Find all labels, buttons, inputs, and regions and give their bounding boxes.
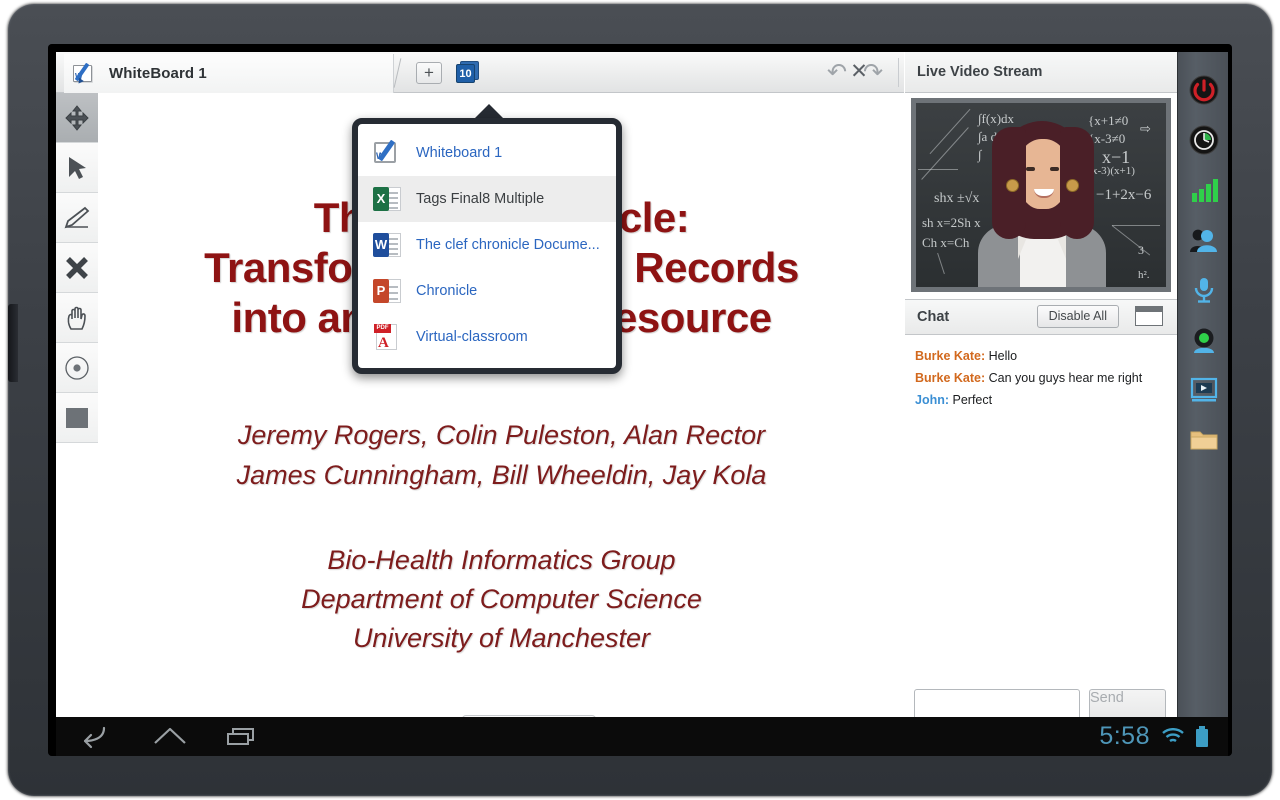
clock-icon[interactable] — [1178, 115, 1228, 165]
redo-icon[interactable]: ↷ — [860, 60, 886, 86]
chat-message: John: Perfect — [915, 389, 1167, 411]
move-icon — [65, 104, 89, 131]
drawing-tool-rail — [56, 93, 98, 443]
chat-message-list[interactable]: Burke Kate: Hello Burke Kate: Can you guy… — [905, 336, 1177, 646]
power-icon[interactable] — [1178, 65, 1228, 115]
dropdown-list: W Whiteboard 1 X Tags Final8 Multiple W The c… — [352, 118, 622, 374]
slide-authors-line: Jeremy Rogers, Colin Puleston, Alan Rect… — [237, 420, 766, 450]
system-clock: 5:58 — [1099, 722, 1150, 750]
slide-authors: Jeremy Rogers, Colin Puleston, Alan Rect… — [99, 415, 904, 495]
chat-message-author: John: — [915, 393, 950, 407]
word-icon: W — [372, 230, 402, 260]
move-tool[interactable] — [56, 93, 98, 143]
tool-dock — [1177, 52, 1228, 717]
power-button-hardware[interactable] — [8, 304, 18, 382]
slide-affiliation-line: Bio-Health Informatics Group — [327, 545, 676, 575]
hand-icon — [67, 306, 86, 330]
recents-icon[interactable] — [222, 722, 274, 752]
dropdown-item-label: Tags Final8 Multiple — [416, 191, 545, 207]
virtual-classroom-app: W WhiteBoard 1 ✕ + 10 ↶ ↷ — [56, 52, 1228, 737]
pdf-icon: PDF A — [372, 322, 402, 352]
cursor-arrow-icon — [69, 156, 86, 179]
chat-message-text: Can you guys hear me right — [985, 371, 1143, 385]
circle-icon — [65, 355, 89, 380]
dropdown-item[interactable]: X Tags Final8 Multiple — [358, 176, 616, 222]
dropdown-item[interactable]: W Whiteboard 1 — [358, 130, 616, 176]
slide-affiliation: Bio-Health Informatics Group Department o… — [99, 541, 904, 658]
tablet-device: W WhiteBoard 1 ✕ + 10 ↶ ↷ — [8, 4, 1272, 796]
open-documents-badge[interactable]: 10 — [456, 61, 480, 85]
maximize-chat-button[interactable] — [1135, 306, 1163, 326]
back-icon[interactable] — [78, 722, 130, 752]
rectangle-tool[interactable] — [56, 393, 98, 443]
chat-message: Burke Kate: Hello — [915, 345, 1167, 367]
right-panels: Live Video Stream ∫f(x)dx ∫a dx ∫ {x+1≠0… — [905, 52, 1177, 737]
toolbar-divider — [898, 58, 899, 87]
tab-whiteboard-1[interactable]: W WhiteBoard 1 — [64, 54, 394, 93]
chat-panel-header: Chat Disable All — [905, 299, 1177, 335]
slide-affiliation-line: Department of Computer Science — [301, 584, 702, 614]
disable-all-button[interactable]: Disable All — [1036, 305, 1119, 328]
x-mark-icon — [66, 256, 88, 279]
dropdown-item[interactable]: W The clef chronicle Docume... — [358, 222, 616, 268]
dropdown-item-label: Virtual-classroom — [416, 329, 528, 345]
video-player-icon[interactable] — [1178, 365, 1228, 415]
tablet-screen: W WhiteBoard 1 ✕ + 10 ↶ ↷ — [56, 52, 1228, 756]
users-icon[interactable] — [1178, 215, 1228, 265]
chat-message-author: Burke Kate: — [915, 371, 986, 385]
square-icon — [66, 407, 88, 428]
video-panel-header: Live Video Stream — [905, 52, 1177, 93]
signal-bars-icon[interactable] — [1178, 165, 1228, 215]
battery-icon — [1196, 726, 1208, 747]
dropdown-item-label: The clef chronicle Docume... — [416, 237, 600, 253]
video-participant — [978, 121, 1106, 287]
home-icon[interactable] — [150, 722, 202, 752]
tab-title: WhiteBoard 1 — [109, 65, 207, 82]
tab-bar: W WhiteBoard 1 ✕ + 10 ↶ ↷ — [56, 52, 941, 93]
excel-icon: X — [372, 184, 402, 214]
folder-icon[interactable] — [1178, 415, 1228, 465]
open-documents-count: 10 — [456, 64, 475, 83]
dropdown-item-label: Whiteboard 1 — [416, 145, 503, 161]
whiteboard-icon: W — [372, 138, 402, 168]
chat-section: Chat Disable All Burke Kate: Hello Burke … — [905, 299, 1177, 737]
dropdown-pointer — [474, 104, 504, 119]
chat-panel-title: Chat — [917, 309, 950, 325]
chat-message-text: Hello — [985, 349, 1018, 363]
pencil-tool[interactable] — [56, 193, 98, 243]
select-tool[interactable] — [56, 143, 98, 193]
video-frame[interactable]: ∫f(x)dx ∫a dx ∫ {x+1≠0 {x-3≠0 ⇨ x−1 x-3)… — [911, 98, 1171, 292]
powerpoint-icon: P — [372, 276, 402, 306]
dropdown-item-label: Chronicle — [416, 283, 478, 299]
tab-divider — [393, 58, 402, 88]
undo-icon[interactable]: ↶ — [824, 60, 850, 86]
whiteboard-icon: W — [72, 62, 96, 86]
video-stream-section: ∫f(x)dx ∫a dx ∫ {x+1≠0 {x-3≠0 ⇨ x−1 x-3)… — [905, 98, 1177, 292]
dropdown-item[interactable]: PDF A Virtual-classroom — [358, 314, 616, 360]
microphone-icon[interactable] — [1178, 265, 1228, 315]
video-panel-title: Live Video Stream — [917, 64, 1043, 80]
whiteboard-pane: W WhiteBoard 1 ✕ + 10 ↶ ↷ — [56, 52, 941, 717]
pan-tool[interactable] — [56, 293, 98, 343]
delete-tool[interactable] — [56, 243, 98, 293]
pencil-icon — [64, 206, 90, 228]
chat-message-author: Burke Kate: — [915, 349, 986, 363]
video-image: ∫f(x)dx ∫a dx ∫ {x+1≠0 {x-3≠0 ⇨ x−1 x-3)… — [916, 103, 1166, 287]
slide-authors-line: James Cunningham, Bill Wheeldin, Jay Kol… — [236, 460, 767, 490]
slide-affiliation-line: University of Manchester — [352, 623, 651, 653]
circle-tool[interactable] — [56, 343, 98, 393]
webcam-icon[interactable] — [1178, 315, 1228, 365]
add-tab-button[interactable]: + — [416, 62, 442, 84]
chat-message-text: Perfect — [949, 393, 993, 407]
wifi-icon — [1162, 728, 1184, 746]
android-navigation-bar: 5:58 — [56, 717, 1228, 756]
dropdown-item[interactable]: P Chronicle — [358, 268, 616, 314]
chat-message: Burke Kate: Can you guys hear me right — [915, 367, 1167, 389]
